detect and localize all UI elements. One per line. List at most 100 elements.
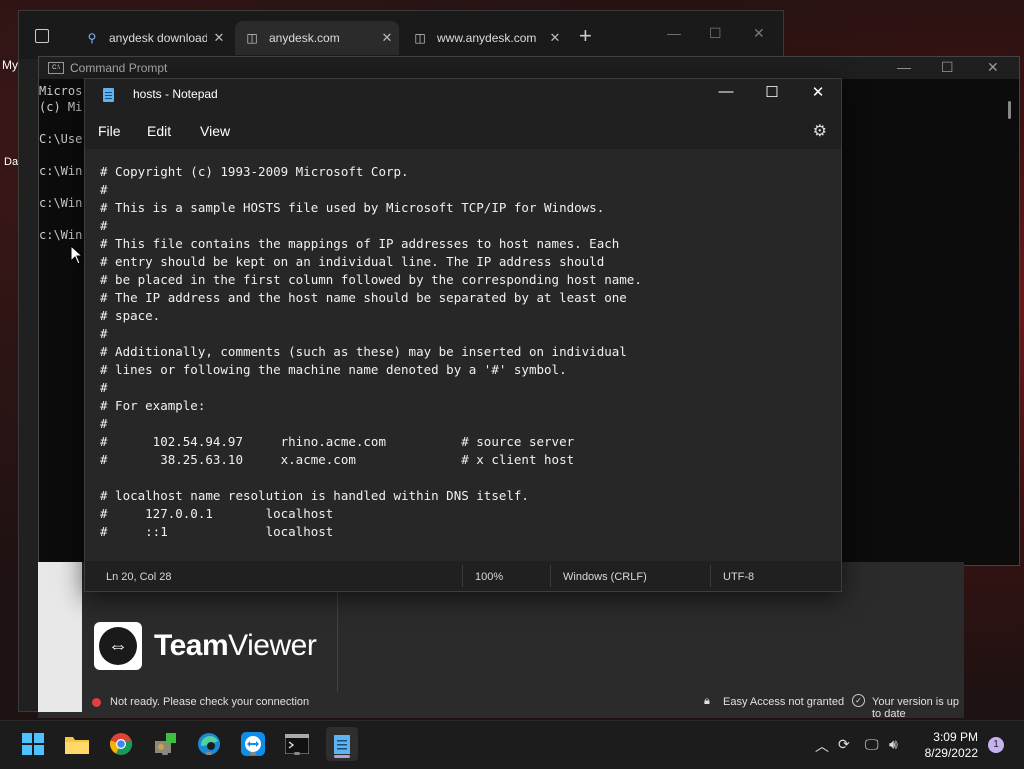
divider <box>462 565 463 587</box>
taskbar: ︿ ⟳ 🖵︎ 🔊︎ 3:09 PM 8/29/2022 1 <box>0 720 1024 769</box>
notification-badge[interactable]: 1 <box>988 737 1004 753</box>
teamviewer-brand: ⇔ TeamViewer <box>94 622 317 670</box>
active-indicator <box>334 755 350 758</box>
tab-anydesk[interactable]: ◫ anydesk.com ✕ <box>235 21 399 55</box>
volume-icon[interactable]: 🔊︎ <box>889 736 898 753</box>
desktop-icon-label[interactable]: Da <box>4 156 18 168</box>
cmd-line: c:\Win <box>39 228 83 242</box>
taskbar-command-prompt[interactable] <box>282 729 312 759</box>
connection-status: Not ready. Please check your connection <box>110 696 310 708</box>
lock-icon: 🔒︎ <box>704 695 710 707</box>
taskbar-edge[interactable] <box>194 729 224 759</box>
cursor-position: Ln 20, Col 28 <box>106 571 172 583</box>
teamviewer-wordmark: TeamViewer <box>154 629 317 662</box>
menu-bar: File Edit View ⚙ <box>85 111 841 149</box>
status-bar: Ln 20, Col 28 100% Windows (CRLF) UTF-8 <box>85 561 841 591</box>
status-dot-icon <box>92 698 101 707</box>
windows-logo-icon <box>22 733 44 755</box>
cmd-line: Micros <box>39 84 83 98</box>
menu-edit[interactable]: Edit <box>147 123 171 139</box>
easy-access-status[interactable]: Easy Access not granted <box>723 696 844 708</box>
chrome-icon <box>110 733 133 755</box>
close-tab-icon[interactable]: ✕ <box>375 30 399 46</box>
minimize-icon[interactable]: — <box>897 59 911 75</box>
close-icon[interactable]: ✕ <box>753 25 765 42</box>
network-icon[interactable]: 🖵︎ <box>865 736 879 753</box>
window-title: hosts - Notepad <box>133 87 218 101</box>
cmd-output: Micros (c) Mi C:\Use c:\Win c:\Win c:\Win <box>39 83 82 243</box>
chevron-up-icon[interactable]: ︿ <box>815 736 829 756</box>
text-editor-area[interactable]: # Copyright (c) 1993-2009 Microsoft Corp… <box>85 149 841 559</box>
notepad-titlebar[interactable]: hosts - Notepad — ☐ ✕ <box>85 79 841 111</box>
running-indicator <box>294 752 300 755</box>
divider <box>337 592 338 692</box>
minimize-icon[interactable]: — <box>667 25 681 41</box>
tab-label: anydesk.com <box>269 31 340 45</box>
tab-search[interactable]: ⚲ anydesk download ✕ <box>75 21 231 55</box>
taskbar-app-tools[interactable] <box>150 729 180 759</box>
version-status: Your version is up to date <box>872 696 960 720</box>
clock-time: 3:09 PM <box>933 730 978 744</box>
maximize-icon[interactable]: ☐ <box>709 25 722 42</box>
taskbar-notepad[interactable] <box>326 727 358 761</box>
system-clock[interactable]: 3:09 PM 8/29/2022 <box>925 729 978 761</box>
cmd-line <box>39 147 82 163</box>
desktop-icon-label[interactable]: My <box>2 58 18 72</box>
notepad-icon <box>334 735 350 754</box>
tab-label: www.anydesk.com <box>437 31 537 45</box>
sync-icon[interactable]: ⟳ <box>838 736 850 753</box>
tab-actions-icon[interactable] <box>35 29 49 43</box>
tab-label: anydesk download <box>109 31 207 45</box>
notepad-window[interactable]: hosts - Notepad — ☐ ✕ File Edit View ⚙ #… <box>84 78 842 592</box>
check-icon: ✓ <box>852 694 865 707</box>
page-icon: ◫ <box>414 31 426 45</box>
folder-icon <box>65 737 89 754</box>
page-icon: ◫ <box>246 31 258 45</box>
maximize-icon[interactable]: ☐ <box>941 59 954 76</box>
menu-view[interactable]: View <box>200 123 230 139</box>
running-indicator <box>250 752 256 755</box>
terminal-icon <box>285 734 309 754</box>
taskbar-chrome[interactable] <box>106 729 136 759</box>
maximize-icon[interactable]: ☐ <box>749 83 795 101</box>
file-content[interactable]: # Copyright (c) 1993-2009 Microsoft Corp… <box>85 149 841 541</box>
cmd-line: c:\Win <box>39 164 83 178</box>
running-indicator <box>206 752 212 755</box>
taskbar-file-explorer[interactable] <box>62 729 92 759</box>
teamviewer-ad-panel <box>38 562 82 712</box>
encoding: UTF-8 <box>723 571 755 583</box>
close-tab-icon[interactable]: ✕ <box>207 30 231 46</box>
running-indicator <box>162 752 168 755</box>
tab-strip: ⚲ anydesk download ✕ ◫ anydesk.com ✕ ◫ w… <box>19 11 783 59</box>
cmd-titlebar[interactable]: C:\ Command Prompt — ☐ ✕ <box>39 57 1019 79</box>
start-button[interactable] <box>18 729 48 759</box>
clock-date: 8/29/2022 <box>924 746 978 760</box>
new-tab-button[interactable]: + <box>579 23 592 49</box>
cmd-line: c:\Win <box>39 196 83 210</box>
close-tab-icon[interactable]: ✕ <box>543 30 567 46</box>
zoom-level: 100% <box>475 571 504 583</box>
teamviewer-logo-icon: ⇔ <box>94 622 142 670</box>
cmd-title: Command Prompt <box>70 61 168 75</box>
notepad-icon <box>103 88 114 102</box>
cmd-scrollbar[interactable] <box>1008 101 1011 119</box>
teamviewer-status-bar: Not ready. Please check your connection … <box>82 690 964 720</box>
close-icon[interactable]: ✕ <box>795 83 841 101</box>
cmd-line: C:\Use <box>39 132 83 146</box>
line-ending: Windows (CRLF) <box>563 571 647 583</box>
tab-www-anydesk[interactable]: ◫ www.anydesk.com ✕ <box>403 21 567 55</box>
settings-gear-icon[interactable]: ⚙ <box>813 121 827 141</box>
mouse-pointer-icon <box>70 245 82 265</box>
minimize-icon[interactable]: — <box>703 83 749 100</box>
cmd-line <box>39 179 82 195</box>
search-icon: ⚲ <box>87 31 97 45</box>
menu-file[interactable]: File <box>98 123 121 139</box>
cmd-line <box>39 115 82 131</box>
cmd-line <box>39 211 82 227</box>
close-icon[interactable]: ✕ <box>987 59 999 76</box>
cmd-icon: C:\ <box>48 62 64 74</box>
divider <box>710 565 711 587</box>
taskbar-teamviewer[interactable] <box>238 729 268 759</box>
cmd-line: (c) Mi <box>39 100 83 114</box>
divider <box>550 565 551 587</box>
